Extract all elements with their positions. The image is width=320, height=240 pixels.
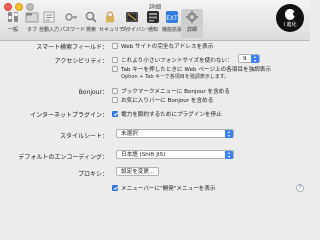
stop-plugins-option: 電力を節約するためにプラグインを停止 <box>121 112 222 118</box>
min-font-size-select[interactable]: 9 ▴ ▾ <box>238 54 260 63</box>
smart-search-label: スマート検索フィールド： <box>36 44 108 51</box>
stylesheet-label: スタイルシート： <box>59 133 108 140</box>
bonjour-favorites-option: お気に入りバーに Bonjour を含める <box>121 98 214 104</box>
accessibility-label: アクセシビリティ： <box>54 58 108 65</box>
tab-highlight-option: Tab キーを押したときに Web ページ上の各項目を強調表示 <box>121 67 271 73</box>
encoding-value: 日本語 (Shift JIS) <box>121 152 166 158</box>
bonjour-label: Bonjour： <box>78 89 108 96</box>
encoding-label: デフォルトのエンコーディング： <box>18 154 108 161</box>
change-proxy-settings-button[interactable]: 設定を変更... <box>116 167 160 176</box>
toolbar-passwords[interactable]: パスワード <box>60 10 86 33</box>
privacy-icon <box>125 10 139 24</box>
autofill-icon <box>42 10 56 24</box>
gear-icon <box>185 10 199 24</box>
toolbar-label: プライバシー <box>121 27 151 33</box>
lock-icon <box>103 10 117 24</box>
toolbar-privacy[interactable]: プライバシー <box>121 10 151 33</box>
proxy-label: プロキシ： <box>77 171 108 178</box>
help-button[interactable]: ? <box>296 184 304 192</box>
stylesheet-value: 未選択 <box>121 131 138 137</box>
badge-text: I 進化 <box>283 21 297 28</box>
chevron-updown-icon: ▴ ▾ <box>225 151 233 159</box>
show-develop-menu-checkbox[interactable] <box>112 185 118 191</box>
toolbar-label: 機能拡張 <box>161 27 182 33</box>
toolbar-label: 自動入力 <box>38 27 59 33</box>
chevron-updown-icon: ▴ ▾ <box>251 55 259 63</box>
toolbar: 詳細 一般 タブ 自動入力 パスワード 検索 セキュリティ プライバシー 通知 … <box>0 0 310 41</box>
min-font-size-option: これより小さいフォントサイズを使わない： <box>121 58 233 64</box>
bonjour-bookmarks-option: ブックマークメニューに Bonjour を含める <box>121 89 230 95</box>
toolbar-advanced[interactable]: 詳細 <box>181 9 203 38</box>
svg-text:EXT: EXT <box>166 15 178 22</box>
toolbar-label: 詳細 <box>186 27 197 33</box>
toolbar-security[interactable]: セキュリティ <box>99 10 129 33</box>
stop-plugins-checkbox[interactable] <box>112 111 118 117</box>
notifications-icon <box>146 10 160 24</box>
toolbar-label: パスワード <box>60 27 86 33</box>
preferences-window: 詳細 一般 タブ 自動入力 パスワード 検索 セキュリティ プライバシー 通知 … <box>0 0 310 200</box>
toolbar-extensions[interactable]: EXT 機能拡張 <box>161 10 183 33</box>
toolbar-autofill[interactable]: 自動入力 <box>38 10 60 33</box>
smart-search-checkbox[interactable] <box>112 43 118 49</box>
bonjour-favorites-checkbox[interactable] <box>112 97 118 103</box>
key-icon <box>64 10 78 24</box>
toolbar-label: セキュリティ <box>99 27 129 33</box>
tabs-icon <box>25 10 39 24</box>
min-font-size-value: 9 <box>243 56 247 62</box>
switch-icon <box>6 10 20 24</box>
stylesheet-select[interactable]: 未選択 ▴ ▾ <box>116 129 234 138</box>
chevron-updown-icon: ▴ ▾ <box>225 130 233 138</box>
site-logo-badge: I 進化 <box>276 4 304 32</box>
extensions-icon: EXT <box>165 10 179 24</box>
show-develop-menu-option: メニューバーに"開発"メニューを表示 <box>121 186 216 192</box>
apple-logo-icon <box>285 8 297 20</box>
bonjour-bookmarks-checkbox[interactable] <box>112 88 118 94</box>
plugins-label: インターネットプラグイン： <box>29 112 108 119</box>
min-font-size-checkbox[interactable] <box>112 57 118 63</box>
smart-search-option: Web サイトの完全なアドレスを表示 <box>121 44 214 50</box>
tab-highlight-checkbox[interactable] <box>112 66 118 72</box>
search-icon <box>84 10 98 24</box>
encoding-select[interactable]: 日本語 (Shift JIS) ▴ ▾ <box>116 150 234 159</box>
tab-highlight-note: Option + Tab キーで各項目を強調表示します。 <box>121 74 230 80</box>
